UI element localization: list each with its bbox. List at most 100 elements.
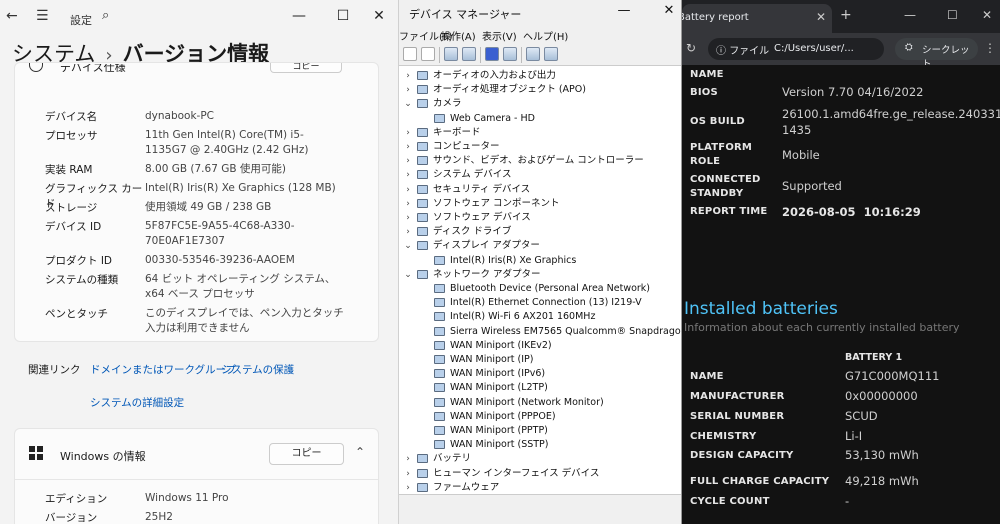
maximize-button[interactable]: ☐ bbox=[947, 8, 958, 22]
menu-view[interactable]: 表示(V) bbox=[482, 28, 517, 43]
chevron-right-icon[interactable]: › bbox=[403, 69, 413, 83]
tree-category[interactable]: › オーディオの入力および出力 bbox=[403, 69, 681, 83]
close-button[interactable]: ✕ bbox=[364, 4, 394, 28]
tab-battery-report[interactable]: Battery report ✕ bbox=[682, 4, 832, 33]
new-tab-icon[interactable]: + bbox=[840, 7, 852, 23]
tree-device[interactable]: WAN Miniport (PPPOE) bbox=[403, 410, 681, 424]
tree-label: WAN Miniport (IKEv2) bbox=[450, 339, 552, 351]
properties-icon[interactable] bbox=[444, 47, 458, 61]
spec-key: デバイス ID bbox=[45, 221, 102, 233]
device-icon bbox=[417, 127, 428, 137]
close-tab-icon[interactable]: ✕ bbox=[816, 10, 826, 24]
chevron-right-icon[interactable]: › bbox=[403, 225, 413, 239]
tree-device[interactable]: WAN Miniport (IP) bbox=[403, 353, 681, 367]
tree-category[interactable]: › サウンド、ビデオ、およびゲーム コントローラー bbox=[403, 154, 681, 168]
tree-category[interactable]: › ヒューマン インターフェイス デバイス bbox=[403, 467, 681, 481]
tree-device[interactable]: WAN Miniport (Network Monitor) bbox=[403, 396, 681, 410]
tree-category[interactable]: ⌄ カメラ bbox=[403, 97, 681, 111]
installed-batteries-subtitle: Information about each currently install… bbox=[684, 321, 960, 334]
chevron-right-icon[interactable]: › bbox=[403, 140, 413, 154]
search-icon[interactable]: ⌕ bbox=[102, 8, 109, 23]
device-tree: › オーディオの入力および出力 › オーディオ処理オブジェクト (APO) ⌄ カメラ We… bbox=[399, 66, 682, 494]
close-button[interactable]: ✕ bbox=[656, 3, 681, 18]
tree-category[interactable]: › ファームウェア bbox=[403, 481, 681, 494]
tree-label: WAN Miniport (IP) bbox=[450, 354, 534, 365]
tree-device[interactable]: Intel(R) Iris(R) Xe Graphics bbox=[403, 254, 681, 268]
file-chip[interactable]: ⓘ ファイル bbox=[716, 42, 769, 57]
spec-key: システムの種類 bbox=[45, 274, 119, 286]
help-icon[interactable] bbox=[485, 47, 499, 61]
minimize-button[interactable]: — bbox=[611, 3, 637, 18]
tree-device[interactable]: Intel(R) Ethernet Connection (13) I219-V bbox=[403, 296, 681, 310]
tree-category[interactable]: › ソフトウェア コンポーネント bbox=[403, 197, 681, 211]
tree-device[interactable]: Sierra Wireless EM7565 Qualcomm® Snapdra… bbox=[403, 325, 682, 339]
tree-category[interactable]: › オーディオ処理オブジェクト (APO) bbox=[403, 83, 681, 97]
menu-action[interactable]: 操作(A) bbox=[441, 28, 476, 43]
maximize-button[interactable]: ☐ bbox=[328, 4, 358, 28]
chevron-down-icon[interactable]: ⌄ bbox=[403, 268, 413, 282]
chevron-right-icon[interactable]: › bbox=[403, 452, 413, 466]
tree-device[interactable]: WAN Miniport (IPv6) bbox=[403, 367, 681, 381]
chevron-right-icon[interactable]: › bbox=[403, 83, 413, 97]
hamburger-menu-icon[interactable]: ☰ bbox=[36, 8, 49, 24]
tree-category[interactable]: › セキュリティ デバイス bbox=[403, 183, 681, 197]
show-hidden-icon[interactable] bbox=[462, 47, 476, 61]
tree-device[interactable]: WAN Miniport (IKEv2) bbox=[403, 339, 681, 353]
update-driver-icon[interactable] bbox=[503, 47, 517, 61]
minimize-button[interactable]: — bbox=[904, 8, 916, 22]
battery-key: FULL CHARGE CAPACITY bbox=[690, 476, 830, 487]
tree-label: Sierra Wireless EM7565 Qualcomm® Snapdra… bbox=[450, 325, 682, 337]
tree-category[interactable]: ⌄ ネットワーク アダプター bbox=[403, 268, 681, 282]
device-copy-button[interactable]: コピー bbox=[270, 63, 342, 73]
battery-value: Li-I bbox=[845, 429, 863, 443]
tree-category[interactable]: › システム デバイス bbox=[403, 168, 681, 182]
tree-device[interactable]: WAN Miniport (PPTP) bbox=[403, 424, 681, 438]
device-icon bbox=[417, 71, 428, 80]
url-text[interactable]: C:/Users/user/... bbox=[774, 43, 854, 54]
tree-device[interactable]: Web Camera - HD bbox=[403, 112, 681, 126]
tree-device[interactable]: WAN Miniport (L2TP) bbox=[403, 381, 681, 395]
chevron-down-icon[interactable]: ⌄ bbox=[403, 97, 413, 111]
device-icon bbox=[417, 241, 428, 251]
tree-device[interactable]: WAN Miniport (SSTP) bbox=[403, 438, 681, 452]
chevron-right-icon[interactable]: › bbox=[403, 467, 413, 481]
tree-category[interactable]: › キーボード bbox=[403, 126, 681, 140]
advanced-system-settings-link[interactable]: システムの詳細設定 bbox=[90, 395, 184, 410]
close-button[interactable]: ✕ bbox=[982, 8, 992, 22]
tree-category[interactable]: › コンピューター bbox=[403, 140, 681, 154]
menu-help[interactable]: ヘルプ(H) bbox=[523, 28, 568, 43]
back-icon[interactable] bbox=[403, 47, 417, 61]
tree-category[interactable]: › バッテリ bbox=[403, 452, 681, 466]
chevron-right-icon[interactable]: › bbox=[403, 154, 413, 168]
chevron-right-icon[interactable]: › bbox=[403, 211, 413, 225]
chevron-right-icon[interactable]: › bbox=[403, 168, 413, 182]
tree-device[interactable]: Bluetooth Device (Personal Area Network) bbox=[403, 282, 681, 296]
device-specs-title: デバイス仕様 bbox=[60, 64, 126, 72]
system-protection-link[interactable]: システムの保護 bbox=[221, 362, 294, 377]
tree-label: Web Camera - HD bbox=[450, 112, 535, 124]
chevron-right-icon[interactable]: › bbox=[403, 197, 413, 211]
domain-workgroup-link[interactable]: ドメインまたはワークグループ bbox=[90, 362, 236, 377]
monitor-icon[interactable] bbox=[544, 47, 558, 61]
battery-key: MANUFACTURER bbox=[690, 391, 785, 402]
tree-category[interactable]: › ディスク ドライブ bbox=[403, 225, 681, 239]
chevron-down-icon[interactable]: ⌄ bbox=[403, 239, 413, 253]
omnibox[interactable]: ⓘ ファイル C:/Users/user/... ☆ bbox=[708, 38, 910, 60]
menu-kebab-icon[interactable]: ⋮ bbox=[984, 41, 996, 55]
minimize-button[interactable]: — bbox=[284, 4, 314, 28]
incognito-indicator[interactable]: ⛭ シークレット bbox=[895, 38, 978, 70]
chevron-right-icon[interactable]: › bbox=[403, 126, 413, 140]
tree-category[interactable]: ⌄ ディスプレイ アダプター bbox=[403, 239, 681, 253]
windows-copy-button[interactable]: コピー bbox=[269, 443, 344, 465]
scan-hardware-icon[interactable] bbox=[526, 47, 540, 61]
report-key: OS BUILD bbox=[690, 116, 745, 127]
reload-icon[interactable]: ↻ bbox=[686, 41, 696, 55]
chevron-right-icon[interactable]: › bbox=[403, 481, 413, 494]
forward-icon[interactable] bbox=[421, 47, 435, 61]
report-value: Supported bbox=[782, 179, 842, 193]
chevron-up-icon[interactable]: ⌃ bbox=[355, 445, 365, 459]
tree-category[interactable]: › ソフトウェア デバイス bbox=[403, 211, 681, 225]
chevron-right-icon[interactable]: › bbox=[403, 183, 413, 197]
tree-device[interactable]: Intel(R) Wi-Fi 6 AX201 160MHz bbox=[403, 310, 681, 324]
back-arrow-icon[interactable]: ← bbox=[6, 8, 18, 24]
